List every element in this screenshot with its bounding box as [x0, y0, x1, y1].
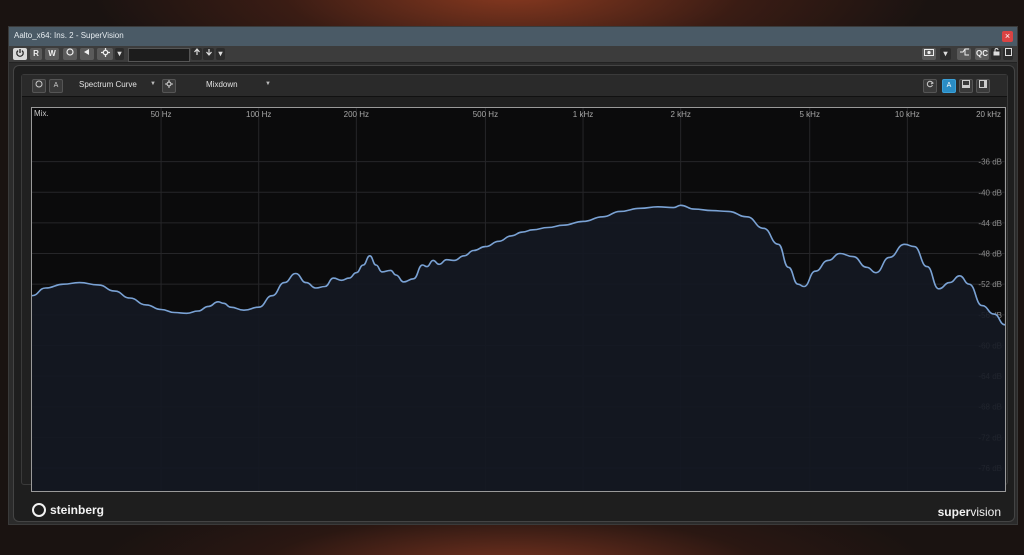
read-automation-button[interactable]: R: [30, 48, 42, 60]
panel-icon: [1004, 48, 1012, 56]
host-toolbar: R W ▾ ▾ ▾ QC: [9, 46, 1017, 63]
hold-button[interactable]: A: [49, 79, 63, 93]
source-dropdown[interactable]: Mixdown: [206, 80, 238, 89]
preset-menu-dropdown[interactable]: ▾: [216, 48, 225, 60]
spectrum-area-fill: [32, 205, 1005, 492]
close-button[interactable]: ×: [1002, 31, 1013, 42]
camera-icon: [924, 49, 934, 56]
circle-menu-icon: [35, 80, 43, 88]
power-icon: [16, 49, 24, 57]
module-menu-button[interactable]: [32, 79, 46, 93]
chevron-down-icon[interactable]: ▼: [150, 81, 156, 87]
y-tick-label: -40 dB: [978, 188, 1002, 197]
spectrum-plot[interactable]: -36 dB-40 dB-44 dB-48 dB-52 dB-56 dB-60 …: [31, 107, 1006, 492]
lock-button[interactable]: [991, 48, 1001, 60]
settings-button[interactable]: [97, 48, 113, 60]
preset-save-button[interactable]: [203, 48, 214, 60]
y-tick-label: -52 dB: [978, 280, 1002, 289]
power-button[interactable]: [13, 48, 27, 60]
title-bar[interactable]: Aalto_x64: Ins. 2 - SuperVision ×: [9, 27, 1017, 46]
a-slot-button[interactable]: A: [942, 79, 956, 93]
panel-button[interactable]: [1003, 48, 1013, 60]
chevron-down-icon[interactable]: ▼: [265, 81, 271, 87]
x-tick-label: 2 kHz: [670, 110, 690, 119]
save-icon: [205, 49, 212, 56]
sync-button[interactable]: [923, 79, 937, 93]
layout-bottom-icon: [962, 80, 970, 88]
gear-icon: [165, 80, 173, 88]
module-header: A Spectrum Curve ▼ Mixdown ▼ A: [22, 75, 1007, 97]
layout-side-icon: [979, 80, 987, 88]
x-tick-label: 10 kHz: [895, 110, 920, 119]
routing-icon: [959, 48, 969, 56]
routing-button[interactable]: [957, 48, 971, 60]
x-tick-label: 50 Hz: [151, 110, 172, 119]
gear-icon: [100, 48, 110, 57]
bypass-button[interactable]: [63, 48, 77, 60]
layout-bottom-button[interactable]: [959, 79, 973, 93]
spectrum-chart: -36 dB-40 dB-44 dB-48 dB-52 dB-56 dB-60 …: [31, 108, 1006, 492]
preset-load-button[interactable]: [191, 48, 202, 60]
x-tick-label: 20 kHz: [976, 110, 1001, 119]
lock-icon: [993, 48, 999, 56]
compare-icon: [84, 49, 89, 55]
supervision-panel: A Spectrum Curve ▼ Mixdown ▼ A -36 dB -4…: [13, 65, 1015, 522]
settings-menu-dropdown[interactable]: ▾: [115, 48, 124, 60]
quick-controls-button[interactable]: QC: [975, 48, 989, 60]
module-settings-button[interactable]: [162, 79, 176, 93]
spectrum-module: A Spectrum Curve ▼ Mixdown ▼ A -36 dB -4…: [21, 74, 1008, 519]
refresh-icon: [926, 80, 934, 88]
supervision-brand: supervision: [937, 505, 1001, 519]
mix-corner-label: Mix.: [34, 109, 49, 118]
write-automation-button[interactable]: W: [45, 48, 59, 60]
load-icon: [193, 48, 200, 55]
steinberg-logo-icon: [32, 502, 46, 517]
window-title: Aalto_x64: Ins. 2 - SuperVision: [14, 31, 124, 40]
preset-field[interactable]: [128, 48, 190, 62]
y-tick-label: -36 dB: [978, 158, 1002, 167]
camera-button[interactable]: [922, 48, 936, 60]
x-tick-label: 5 kHz: [800, 110, 820, 119]
y-tick-label: -48 dB: [978, 250, 1002, 259]
compare-button[interactable]: [80, 48, 94, 60]
plugin-window: Aalto_x64: Ins. 2 - SuperVision × R W ▾ …: [8, 26, 1018, 525]
x-tick-label: 1 kHz: [573, 110, 593, 119]
layout-side-button[interactable]: [976, 79, 990, 93]
bypass-icon: [66, 48, 74, 56]
x-tick-label: 100 Hz: [246, 110, 271, 119]
side-chain-dropdown[interactable]: ▾: [940, 48, 951, 60]
module-type-dropdown[interactable]: Spectrum Curve: [79, 80, 137, 89]
x-tick-label: 500 Hz: [473, 110, 498, 119]
x-tick-label: 200 Hz: [344, 110, 369, 119]
steinberg-logo: steinberg: [32, 502, 104, 518]
y-tick-label: -44 dB: [978, 219, 1002, 228]
